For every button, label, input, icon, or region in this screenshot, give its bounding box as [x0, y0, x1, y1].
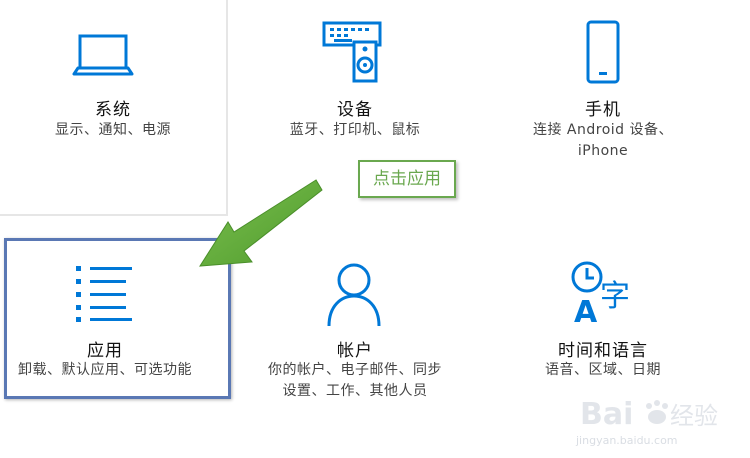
accounts-title: 帐户: [337, 341, 373, 361]
annotation-label: 点击应用: [358, 160, 456, 198]
tile-devices[interactable]: 设备 蓝牙、打印机、鼠标: [240, 0, 470, 150]
devices-desc: 蓝牙、打印机、鼠标: [289, 122, 421, 138]
person-icon: [327, 263, 381, 327]
devices-title: 设备: [337, 100, 373, 120]
svg-text:字: 字: [600, 279, 630, 314]
svg-text:Bai: Bai: [580, 397, 633, 432]
annotation-arrow-icon: [199, 179, 323, 267]
system-desc: 显示、通知、电源: [55, 122, 171, 138]
tile-phone[interactable]: 手机 连接 Android 设备、 iPhone: [490, 0, 716, 165]
baidu-watermark-logo: Bai 经验 jingyan.baidu.com: [575, 397, 718, 447]
time-language-title: 时间和语言: [558, 341, 648, 361]
phone-desc-line1: 连接 Android 设备、: [532, 122, 674, 138]
keyboard-speaker-icon: [322, 21, 382, 83]
phone-title: 手机: [585, 100, 621, 120]
accounts-desc-line1: 你的帐户、电子邮件、同步: [268, 362, 442, 378]
phone-desc-line2: iPhone: [577, 143, 629, 159]
accounts-desc-line2: 设置、工作、其他人员: [282, 383, 428, 399]
svg-text:经验: 经验: [670, 402, 718, 430]
system-title: 系统: [95, 100, 131, 120]
svg-text:A: A: [574, 295, 598, 326]
phone-icon: [586, 20, 620, 84]
clock-language-icon: A 字: [571, 261, 630, 326]
watermark-url: jingyan.baidu.com: [575, 434, 678, 447]
tile-time-language[interactable]: A 字 时间和语言 语音、区域、日期: [490, 238, 716, 383]
time-language-desc: 语音、区域、日期: [545, 362, 661, 378]
laptop-icon: [72, 34, 134, 76]
